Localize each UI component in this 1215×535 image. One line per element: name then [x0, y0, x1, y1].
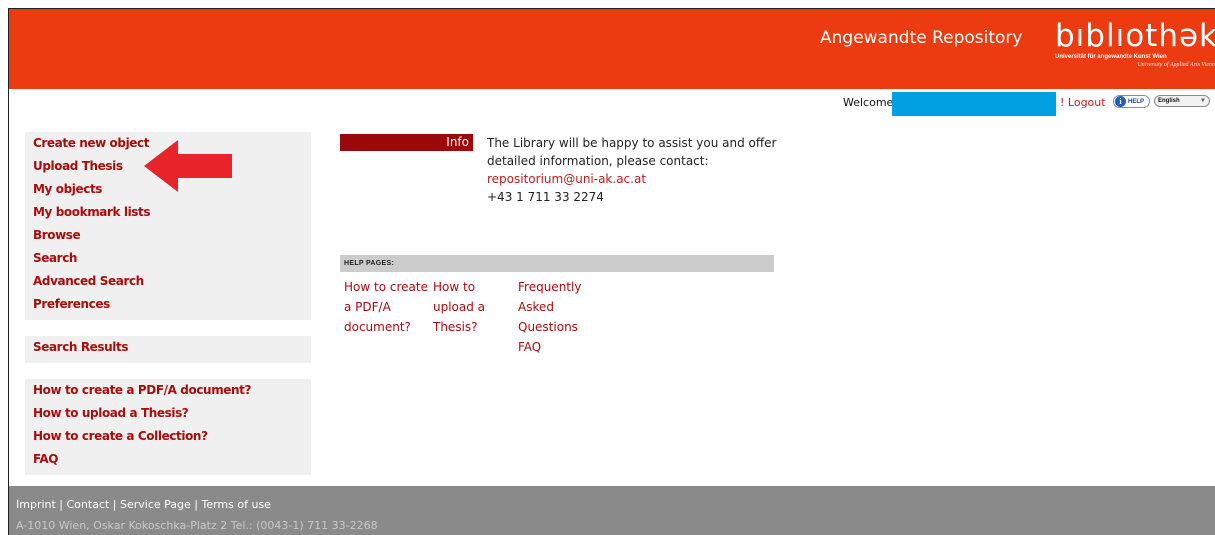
help-label: HELP [1128, 98, 1145, 105]
sidebar-item-my-bookmark-lists[interactable]: My bookmark lists [25, 203, 311, 226]
bibliothek-logo[interactable]: bıblıothək Universität für angewandte Ku… [1055, 19, 1215, 69]
sidebar-item-browse[interactable]: Browse [25, 226, 311, 249]
language-select[interactable]: English ▼ [1154, 95, 1210, 107]
chevron-down-icon: ▼ [1200, 98, 1206, 104]
arrow-shape [144, 140, 232, 192]
site-header: Angewandte Repository bıblıothək Univers… [9, 9, 1215, 89]
footer-address: A-1010 Wien, Oskar Kokoschka-Platz 2 Tel… [16, 519, 378, 532]
language-selected: English [1158, 98, 1180, 104]
info-panel: The Library will be happy to assist you … [487, 134, 807, 206]
welcome-text: Welcome, [843, 96, 897, 109]
help-button[interactable]: i HELP [1113, 95, 1151, 108]
help-pages-heading: HELP PAGES: [340, 255, 774, 272]
sidebar-item-upload-thesis-help[interactable]: How to upload a Thesis? [25, 404, 311, 427]
redacted-username [892, 92, 1056, 116]
sidebar-item-collection-help[interactable]: How to create a Collection? [25, 427, 311, 450]
sidebar-group-results: Search Results [25, 336, 311, 363]
footer-links[interactable]: Imprint | Contact | Service Page | Terms… [16, 498, 271, 511]
logo-university-name-en: University of Applied Arts Vienna [1137, 62, 1215, 68]
logo-wordmark: bıblıothək [1055, 18, 1215, 54]
contact-email-link[interactable]: repositorium@uni-ak.ac.at [487, 170, 807, 188]
sidebar-item-advanced-search[interactable]: Advanced Search [25, 272, 311, 295]
contact-phone: +43 1 711 33 2274 [487, 190, 604, 204]
user-bar: Welcome, ! Logout i HELP English ▼ [9, 89, 1215, 116]
sidebar-item-preferences[interactable]: Preferences [25, 295, 311, 318]
red-arrow-annotation [144, 140, 232, 192]
help-link-faq[interactable]: Frequently Asked Questions FAQ [518, 277, 598, 357]
page-frame: Angewandte Repository bıblıothək Univers… [8, 8, 1215, 535]
info-text: The Library will be happy to assist you … [487, 136, 777, 168]
sidebar-group-help: How to create a PDF/A document? How to u… [25, 379, 311, 475]
info-icon: i [1115, 96, 1126, 107]
repository-title[interactable]: Angewandte Repository [820, 28, 1022, 48]
sidebar-item-search[interactable]: Search [25, 249, 311, 272]
logout-link[interactable]: ! Logout [1060, 96, 1106, 109]
help-link-upload-thesis[interactable]: How to upload a Thesis? [433, 277, 493, 337]
sidebar-item-pdfa-help[interactable]: How to create a PDF/A document? [25, 381, 311, 404]
site-footer: Imprint | Contact | Service Page | Terms… [9, 486, 1215, 535]
info-tab: Info [340, 134, 473, 151]
sidebar-item-faq[interactable]: FAQ [25, 450, 311, 473]
logo-university-name: Universität für angewandte Kunst Wien [1055, 54, 1167, 60]
sidebar-item-search-results[interactable]: Search Results [25, 338, 311, 361]
help-link-pdfa[interactable]: How to create a PDF/A document? [344, 277, 434, 337]
